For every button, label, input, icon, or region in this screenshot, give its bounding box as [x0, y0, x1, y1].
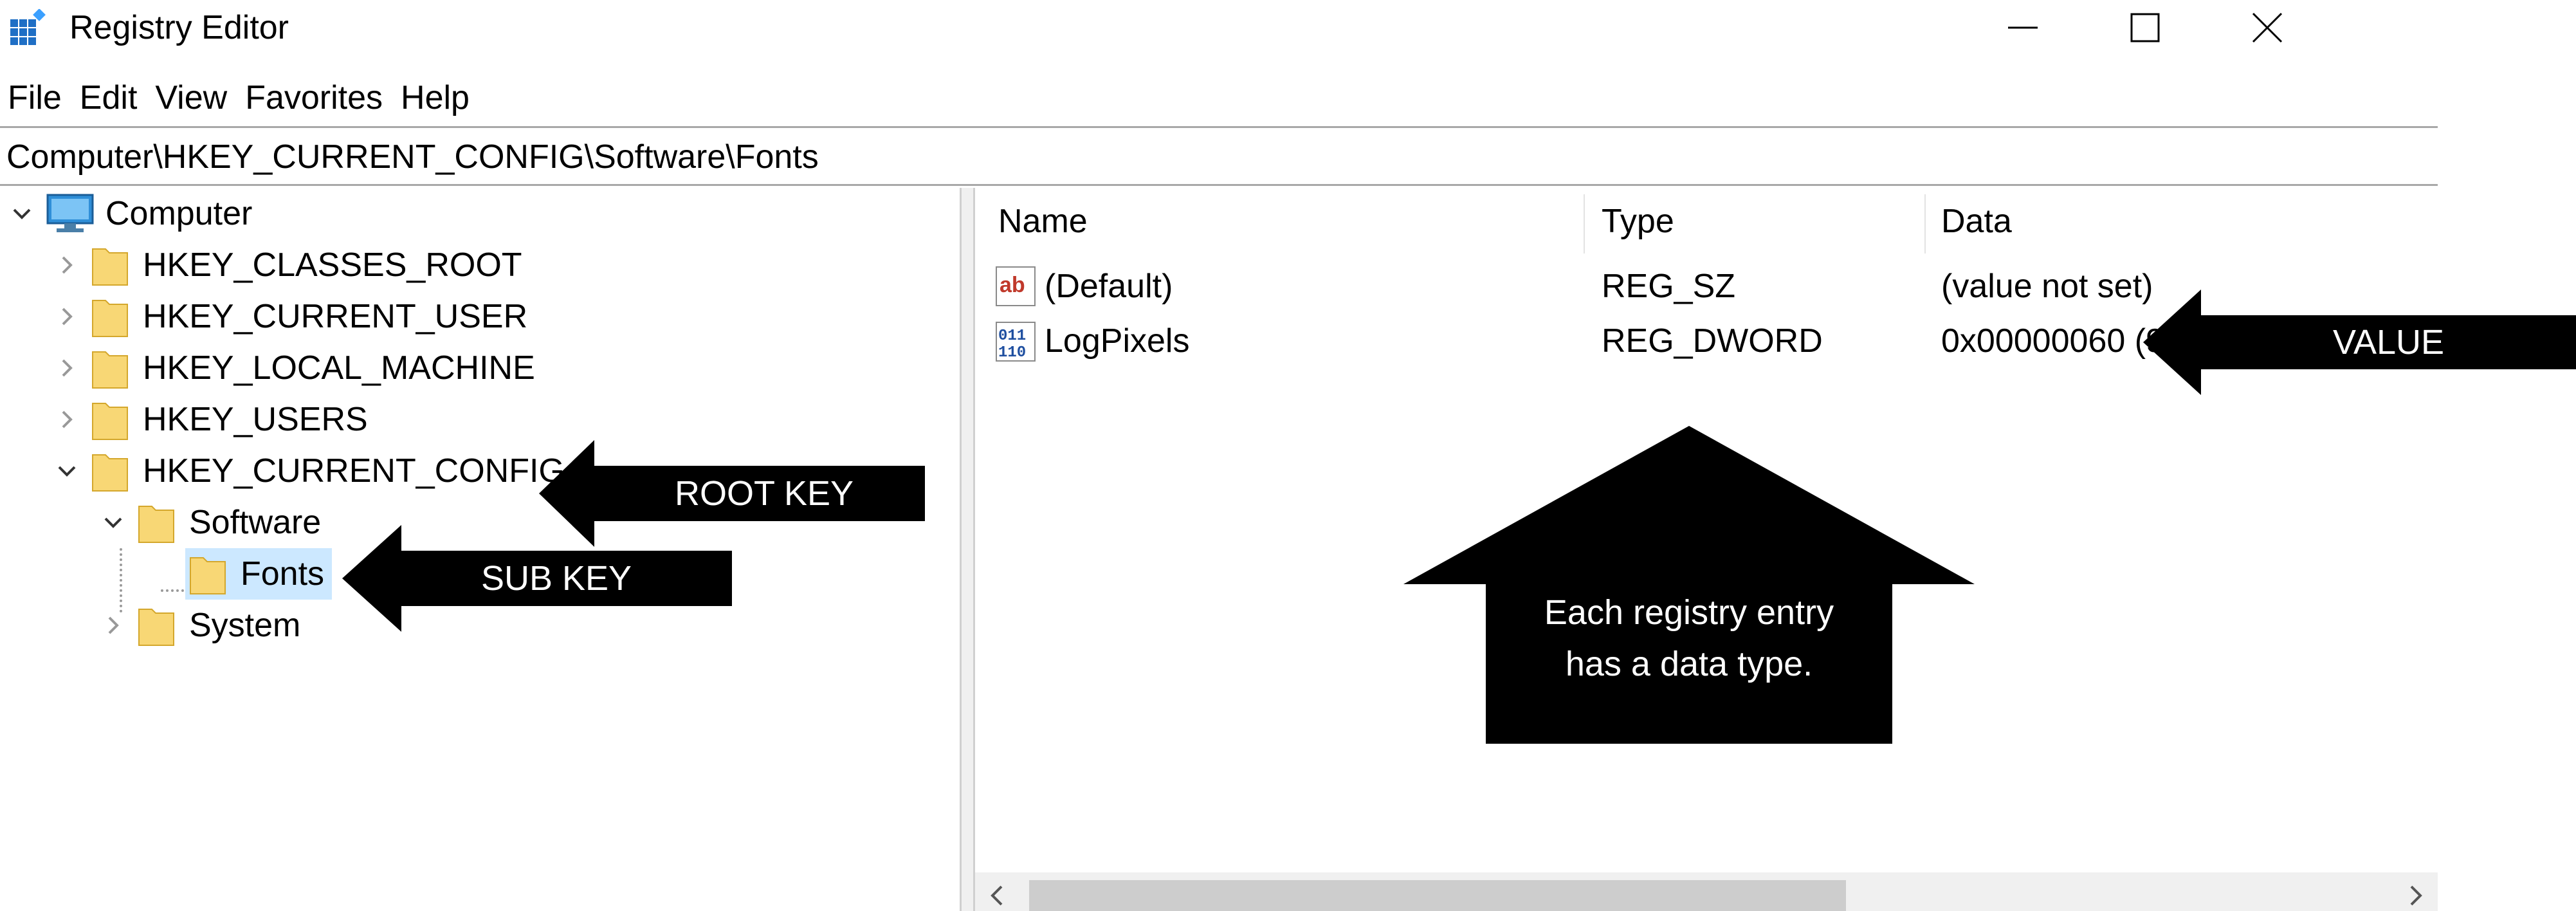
data-type-callout: Each registry entry has a data type. [1486, 587, 1892, 690]
tree-item-label: HKEY_CURRENT_USER [143, 298, 528, 335]
tree-item-hkey-users[interactable]: HKEY_USERS [51, 394, 376, 445]
close-icon [2252, 12, 2283, 43]
chevron-right-icon[interactable] [51, 404, 82, 435]
minimize-button[interactable] [1987, 0, 2058, 55]
data-type-line-1: Each registry entry [1544, 593, 1834, 632]
close-button[interactable] [2232, 0, 2303, 55]
address-separator [0, 184, 2438, 186]
binary-value-icon: 011 110 [996, 322, 1036, 362]
folder-icon [190, 557, 226, 594]
value-data: (value not set) [1941, 268, 2153, 305]
tree-item-label: System [189, 607, 301, 644]
chevron-down-icon[interactable] [98, 507, 129, 538]
tree-item-computer[interactable]: Computer [6, 188, 260, 239]
tree-item-label: Software [189, 504, 322, 541]
folder-icon [92, 403, 128, 440]
chevron-right-icon[interactable] [98, 610, 129, 641]
menu-bar: File Edit View Favorites Help [0, 72, 479, 124]
chevron-down-icon[interactable] [6, 198, 37, 229]
tree-item-hkey-current-config[interactable]: HKEY_CURRENT_CONFIG [51, 445, 572, 497]
value-label: VALUE [2332, 323, 2445, 362]
tree-item-software[interactable]: Software [98, 497, 329, 548]
column-header-name[interactable]: Name [975, 188, 1584, 255]
folder-icon [92, 351, 128, 389]
data-type-arrow [1403, 426, 1975, 744]
chevron-right-icon[interactable] [51, 301, 82, 332]
value-name: LogPixels [1045, 322, 1190, 360]
tree-connector-line [161, 589, 184, 592]
horizontal-scrollbar[interactable] [975, 872, 2438, 911]
pane-splitter[interactable] [960, 188, 975, 911]
value-type: REG_SZ [1602, 268, 1736, 305]
tree-item-hkey-classes-root[interactable]: HKEY_CLASSES_ROOT [51, 239, 530, 291]
column-header-type[interactable]: Type [1585, 188, 1924, 255]
folder-icon [92, 248, 128, 286]
folder-icon [138, 506, 174, 543]
maximize-button[interactable] [2110, 0, 2180, 55]
chevron-right-icon [2410, 885, 2422, 906]
tree-item-label: HKEY_USERS [143, 401, 368, 438]
folder-icon [138, 609, 174, 646]
tree-item-label: Fonts [238, 548, 333, 600]
tree-item-label: HKEY_CLASSES_ROOT [143, 246, 522, 284]
maximize-icon [2130, 13, 2160, 42]
menu-view[interactable]: View [146, 72, 236, 124]
menu-help[interactable]: Help [392, 72, 479, 124]
scroll-right-button[interactable] [2397, 880, 2435, 911]
menu-file[interactable]: File [0, 72, 71, 124]
registry-editor-icon [10, 9, 46, 45]
menu-edit[interactable]: Edit [71, 72, 147, 124]
registry-editor-window: Registry Editor File Edit View Favorites… [0, 0, 2438, 911]
scroll-left-button[interactable] [978, 880, 1016, 911]
tree-item-label: HKEY_LOCAL_MACHINE [143, 349, 535, 387]
title-bar: Registry Editor [0, 0, 2438, 55]
tree-item-hkey-local-machine[interactable]: HKEY_LOCAL_MACHINE [51, 342, 543, 394]
column-header-data[interactable]: Data [1926, 188, 2438, 255]
address-bar[interactable]: Computer\HKEY_CURRENT_CONFIG\Software\Fo… [0, 134, 2438, 180]
chevron-right-icon[interactable] [51, 250, 82, 281]
window-title: Registry Editor [69, 9, 289, 46]
string-value-icon: ab [996, 266, 1036, 306]
tree-item-label: HKEY_CURRENT_CONFIG [143, 452, 565, 490]
tree-item-system[interactable]: System [98, 600, 308, 651]
root-key-label: ROOT KEY [674, 474, 854, 513]
folder-icon [92, 454, 128, 492]
sub-key-label: SUB KEY [480, 559, 632, 598]
chevron-left-icon [991, 885, 1003, 906]
chevron-down-icon[interactable] [51, 456, 82, 486]
folder-icon [92, 300, 128, 337]
svg-text:ab: ab [1000, 273, 1025, 297]
menu-favorites[interactable]: Favorites [236, 72, 392, 124]
scroll-thumb[interactable] [1029, 880, 1846, 911]
minimize-icon [2008, 26, 2038, 29]
computer-icon [46, 194, 94, 232]
tree-item-fonts[interactable]: Fonts [185, 548, 333, 600]
svg-text:110: 110 [998, 344, 1026, 362]
svg-text:011: 011 [998, 327, 1026, 345]
chevron-right-icon[interactable] [51, 353, 82, 383]
tree-item-label: Computer [105, 195, 253, 232]
value-type: REG_DWORD [1602, 322, 1823, 360]
tree-item-hkey-current-user[interactable]: HKEY_CURRENT_USER [51, 291, 535, 342]
value-name: (Default) [1045, 268, 1173, 305]
menu-separator [0, 126, 2438, 128]
data-type-line-2: has a data type. [1565, 645, 1813, 683]
